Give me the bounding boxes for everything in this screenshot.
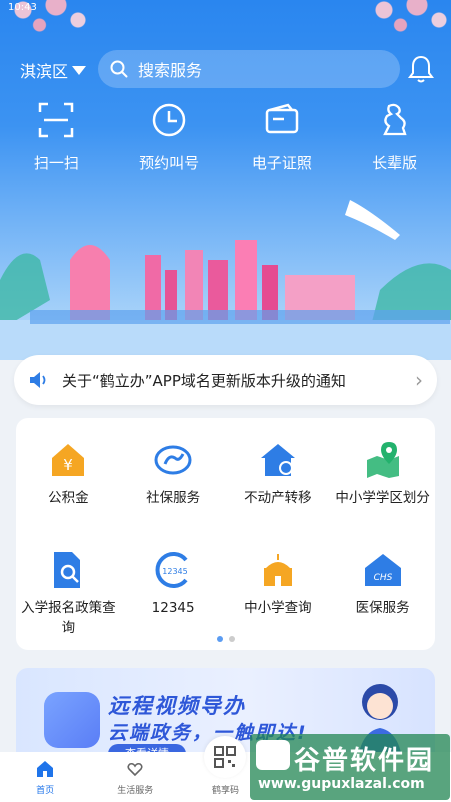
tab-home[interactable]: 首页: [0, 752, 90, 802]
hero-header: 10:43 淇滨区 搜索服务 扫一扫 预约叫号 电子证照 长辈版: [0, 0, 451, 360]
medical-insurance-icon: CHS: [364, 554, 401, 586]
top-bar: 淇滨区 搜索服务: [0, 50, 451, 88]
quick-actions: 扫一扫 预约叫号 电子证照 长辈版: [0, 100, 451, 173]
banner-headline: 远程视频导办: [108, 694, 246, 718]
clock-icon: [152, 103, 186, 137]
school-icon: [263, 554, 292, 586]
quick-action-scan[interactable]: 扫一扫: [0, 100, 113, 173]
site-watermark: 谷普软件园 www.gupuxlazal.com: [250, 734, 450, 800]
page-dot-active[interactable]: [216, 636, 223, 642]
quick-action-label: 预约叫号: [139, 154, 200, 172]
service-label: 入学报名政策查询: [21, 600, 116, 636]
quick-action-label: 电子证照: [251, 154, 312, 172]
tab-life-services[interactable]: 生活服务: [90, 752, 180, 802]
service-school-district[interactable]: 中小学学区划分: [330, 440, 435, 536]
quick-action-label: 扫一扫: [33, 154, 79, 172]
service-housing-fund[interactable]: ¥ 公积金: [16, 440, 121, 536]
region-label: 淇滨区: [20, 62, 69, 81]
city-skyline-illustration: [0, 200, 451, 360]
blossom-decoration-right: [351, 0, 451, 40]
quick-action-e-license[interactable]: 电子证照: [226, 100, 339, 173]
document-search-icon: [54, 552, 81, 588]
tab-label: 鹤享码: [212, 785, 240, 796]
hotline-icon: 12345: [155, 552, 188, 588]
bell-icon[interactable]: [407, 54, 435, 84]
quick-action-elder-mode[interactable]: 长辈版: [338, 100, 451, 173]
status-time: 10:43: [8, 2, 37, 13]
map-pin-icon: [366, 442, 399, 478]
qr-code-icon: [214, 746, 236, 768]
watermark-url: www.gupuxlazal.com: [258, 776, 425, 792]
service-label: 医保服务: [355, 600, 410, 616]
speaker-icon: [30, 372, 46, 388]
tab-label: 生活服务: [117, 785, 154, 796]
heart-hand-icon: [127, 762, 143, 776]
social-security-icon: [154, 445, 192, 475]
wallet-icon: [265, 103, 299, 134]
services-panel: ¥ 公积金 社保服务 不动产转移 中小学学区划分 入学报名政策查询 12345 …: [16, 418, 435, 650]
notice-bar[interactable]: 关于“鹤立办”APP域名更新版本升级的通知 ›: [14, 355, 437, 405]
page-dot[interactable]: [228, 636, 235, 642]
video-camera-icon: [44, 692, 100, 748]
service-social-security[interactable]: 社保服务: [121, 440, 226, 536]
service-label: 公积金: [48, 490, 89, 506]
svg-text:CHS: CHS: [373, 573, 392, 583]
service-label: 12345: [151, 600, 195, 616]
tab-label: 首页: [36, 785, 55, 796]
housing-fund-icon: ¥: [52, 444, 85, 476]
qr-code-button[interactable]: [204, 736, 246, 778]
notice-text: 关于“鹤立办”APP域名更新版本升级的通知: [62, 371, 346, 390]
quick-action-appointment[interactable]: 预约叫号: [113, 100, 226, 173]
search-bar[interactable]: 搜索服务: [98, 50, 400, 88]
service-real-estate-transfer[interactable]: 不动产转移: [226, 440, 331, 536]
svg-text:¥: ¥: [64, 456, 74, 474]
service-label: 社保服务: [146, 490, 201, 506]
search-icon: [110, 60, 128, 78]
svg-text:12345: 12345: [162, 567, 187, 576]
region-selector[interactable]: 淇滨区: [20, 58, 87, 82]
service-label: 中小学查询: [244, 600, 312, 616]
scan-icon: [39, 102, 74, 138]
page-indicator: [16, 636, 435, 642]
service-label: 中小学学区划分: [335, 490, 430, 506]
service-enrollment-policy[interactable]: 入学报名政策查询: [16, 550, 121, 646]
home-icon: [37, 760, 54, 777]
house-transfer-icon: [260, 444, 295, 476]
watermark-title: 谷普软件园: [294, 746, 435, 776]
service-hotline-12345[interactable]: 12345 12345: [121, 550, 226, 646]
watermark-logo: [256, 740, 290, 770]
service-label: 不动产转移: [244, 490, 312, 506]
search-placeholder: 搜索服务: [138, 61, 203, 80]
services-grid: ¥ 公积金 社保服务 不动产转移 中小学学区划分 入学报名政策查询 12345 …: [16, 440, 435, 646]
quick-action-label: 长辈版: [372, 154, 418, 172]
service-school-query[interactable]: 中小学查询: [226, 550, 331, 646]
chevron-right-icon: ›: [415, 368, 423, 392]
caret-down-icon: [72, 65, 87, 75]
service-medical-insurance[interactable]: CHS 医保服务: [330, 550, 435, 646]
elder-icon: [382, 103, 407, 136]
